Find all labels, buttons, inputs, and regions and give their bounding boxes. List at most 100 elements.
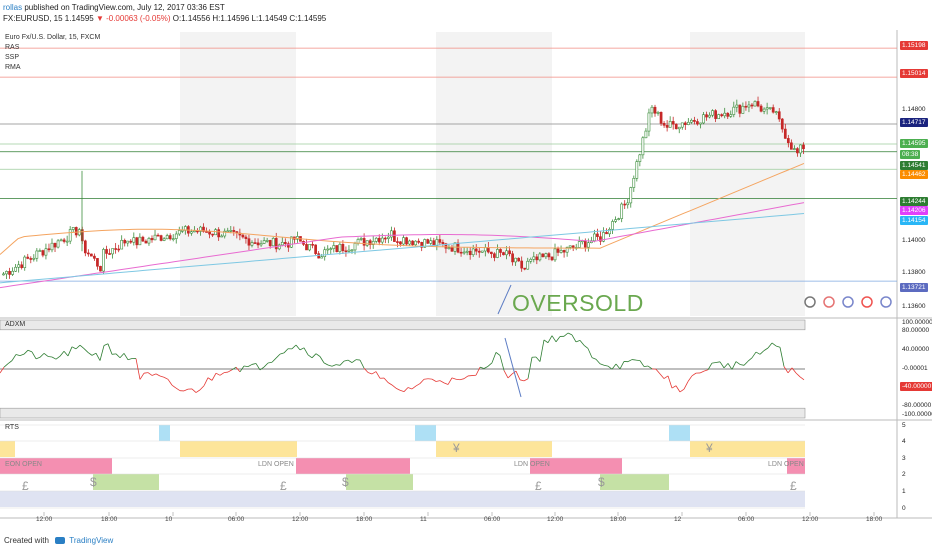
- candle-body: [168, 235, 172, 240]
- candle-body: [144, 240, 148, 244]
- adx-segment: [619, 361, 625, 370]
- candle-body: [765, 107, 769, 110]
- adx-tag: -100.00000: [902, 411, 932, 418]
- price-tag: 1.15198: [900, 41, 928, 50]
- candle-body: [720, 114, 724, 117]
- candle-body: [165, 235, 169, 240]
- rts-blue-bar: [669, 425, 690, 441]
- adx-segment: [431, 378, 437, 382]
- candle-body: [411, 240, 414, 246]
- adx-segment: [575, 339, 581, 343]
- adx-segment: [771, 342, 777, 347]
- candle-body: [241, 234, 245, 238]
- adx-segment: [331, 364, 337, 367]
- adx-segment: [419, 379, 425, 384]
- adx-segment: [351, 359, 357, 363]
- candle-body: [8, 271, 11, 275]
- candle-body: [274, 238, 278, 250]
- adx-segment: [631, 359, 637, 361]
- candle-body: [14, 266, 17, 272]
- adx-segment: [543, 339, 549, 344]
- adx-segment: [211, 373, 217, 381]
- candle-body: [41, 250, 45, 256]
- time-tick-label: 18:00: [866, 516, 883, 523]
- candle-body: [729, 114, 733, 117]
- adx-segment: [731, 361, 737, 370]
- candle-body: [250, 242, 254, 246]
- currency-glyph: $: [90, 475, 97, 489]
- adx-segment: [315, 353, 321, 357]
- candle-body: [529, 258, 533, 262]
- adx-segment: [683, 381, 689, 390]
- candle-body: [702, 114, 705, 124]
- candle-body: [532, 256, 536, 260]
- candle-body: [714, 110, 717, 119]
- rts-label: RTS: [5, 424, 19, 431]
- adx-segment: [163, 376, 169, 380]
- adx-segment: [663, 375, 669, 379]
- adx-segment: [59, 351, 65, 357]
- candle-body: [683, 122, 687, 125]
- candle-body: [626, 202, 630, 206]
- candle-body: [462, 251, 466, 254]
- candle-body: [656, 112, 660, 114]
- adx-segment: [487, 362, 493, 367]
- candle-body: [632, 178, 636, 188]
- candle-body: [259, 243, 263, 246]
- adx-segment: [735, 361, 741, 365]
- indicator-rma: RMA: [5, 64, 21, 71]
- candle-body: [11, 270, 14, 275]
- candle-body: [229, 230, 233, 232]
- adx-segment: [347, 359, 353, 363]
- adx-segment: [299, 347, 305, 351]
- candle-body: [686, 121, 690, 125]
- time-tick-label: 06:00: [484, 516, 501, 523]
- adx-segment: [115, 353, 121, 359]
- rts-green-bar: [346, 474, 413, 490]
- time-tick-label: 12:00: [802, 516, 819, 523]
- time-tick-label: 18:00: [610, 516, 627, 523]
- adx-segment: [667, 375, 673, 389]
- candle-body: [520, 260, 524, 269]
- candle-body: [117, 248, 121, 251]
- time-tick-label: 10: [165, 516, 173, 523]
- indicator-ssp: SSP: [5, 54, 20, 61]
- price-tag: 1.13600: [902, 303, 926, 310]
- adx-segment: [63, 351, 69, 357]
- candle-body: [771, 107, 775, 113]
- candle-body: [65, 240, 69, 243]
- session-band: [690, 32, 805, 316]
- tradingview-brand[interactable]: TradingView: [69, 536, 113, 545]
- adx-segment: [579, 340, 585, 346]
- adx-segment: [395, 387, 401, 391]
- candle-body: [629, 187, 633, 204]
- adx-segment: [75, 344, 81, 350]
- adx-segment: [387, 382, 393, 386]
- adx-segment: [27, 349, 33, 353]
- candle-body: [699, 122, 702, 125]
- candle-body: [523, 267, 527, 270]
- rts-pink-bar: [296, 458, 410, 474]
- adx-upper-band: [0, 319, 806, 331]
- candle-body: [593, 233, 596, 241]
- candle-body: [180, 230, 184, 232]
- adx-segment: [503, 370, 509, 379]
- session-band: [436, 32, 552, 316]
- adx-segment: [195, 389, 201, 393]
- adx-segment: [571, 334, 577, 343]
- adx-segment: [435, 380, 441, 382]
- candle-body: [311, 244, 314, 246]
- adx-segment: [399, 389, 405, 393]
- candle-body: [671, 121, 675, 125]
- adx-segment: [523, 378, 529, 382]
- adx-segment: [139, 372, 145, 380]
- candle-body: [747, 104, 751, 108]
- candle-body: [44, 248, 48, 256]
- candle-body: [353, 243, 357, 251]
- candle-body: [50, 242, 54, 251]
- candle-body: [559, 250, 563, 253]
- adx-segment: [279, 352, 285, 355]
- adx-segment: [283, 348, 289, 354]
- candle-body: [268, 240, 272, 247]
- candle-body: [611, 221, 614, 230]
